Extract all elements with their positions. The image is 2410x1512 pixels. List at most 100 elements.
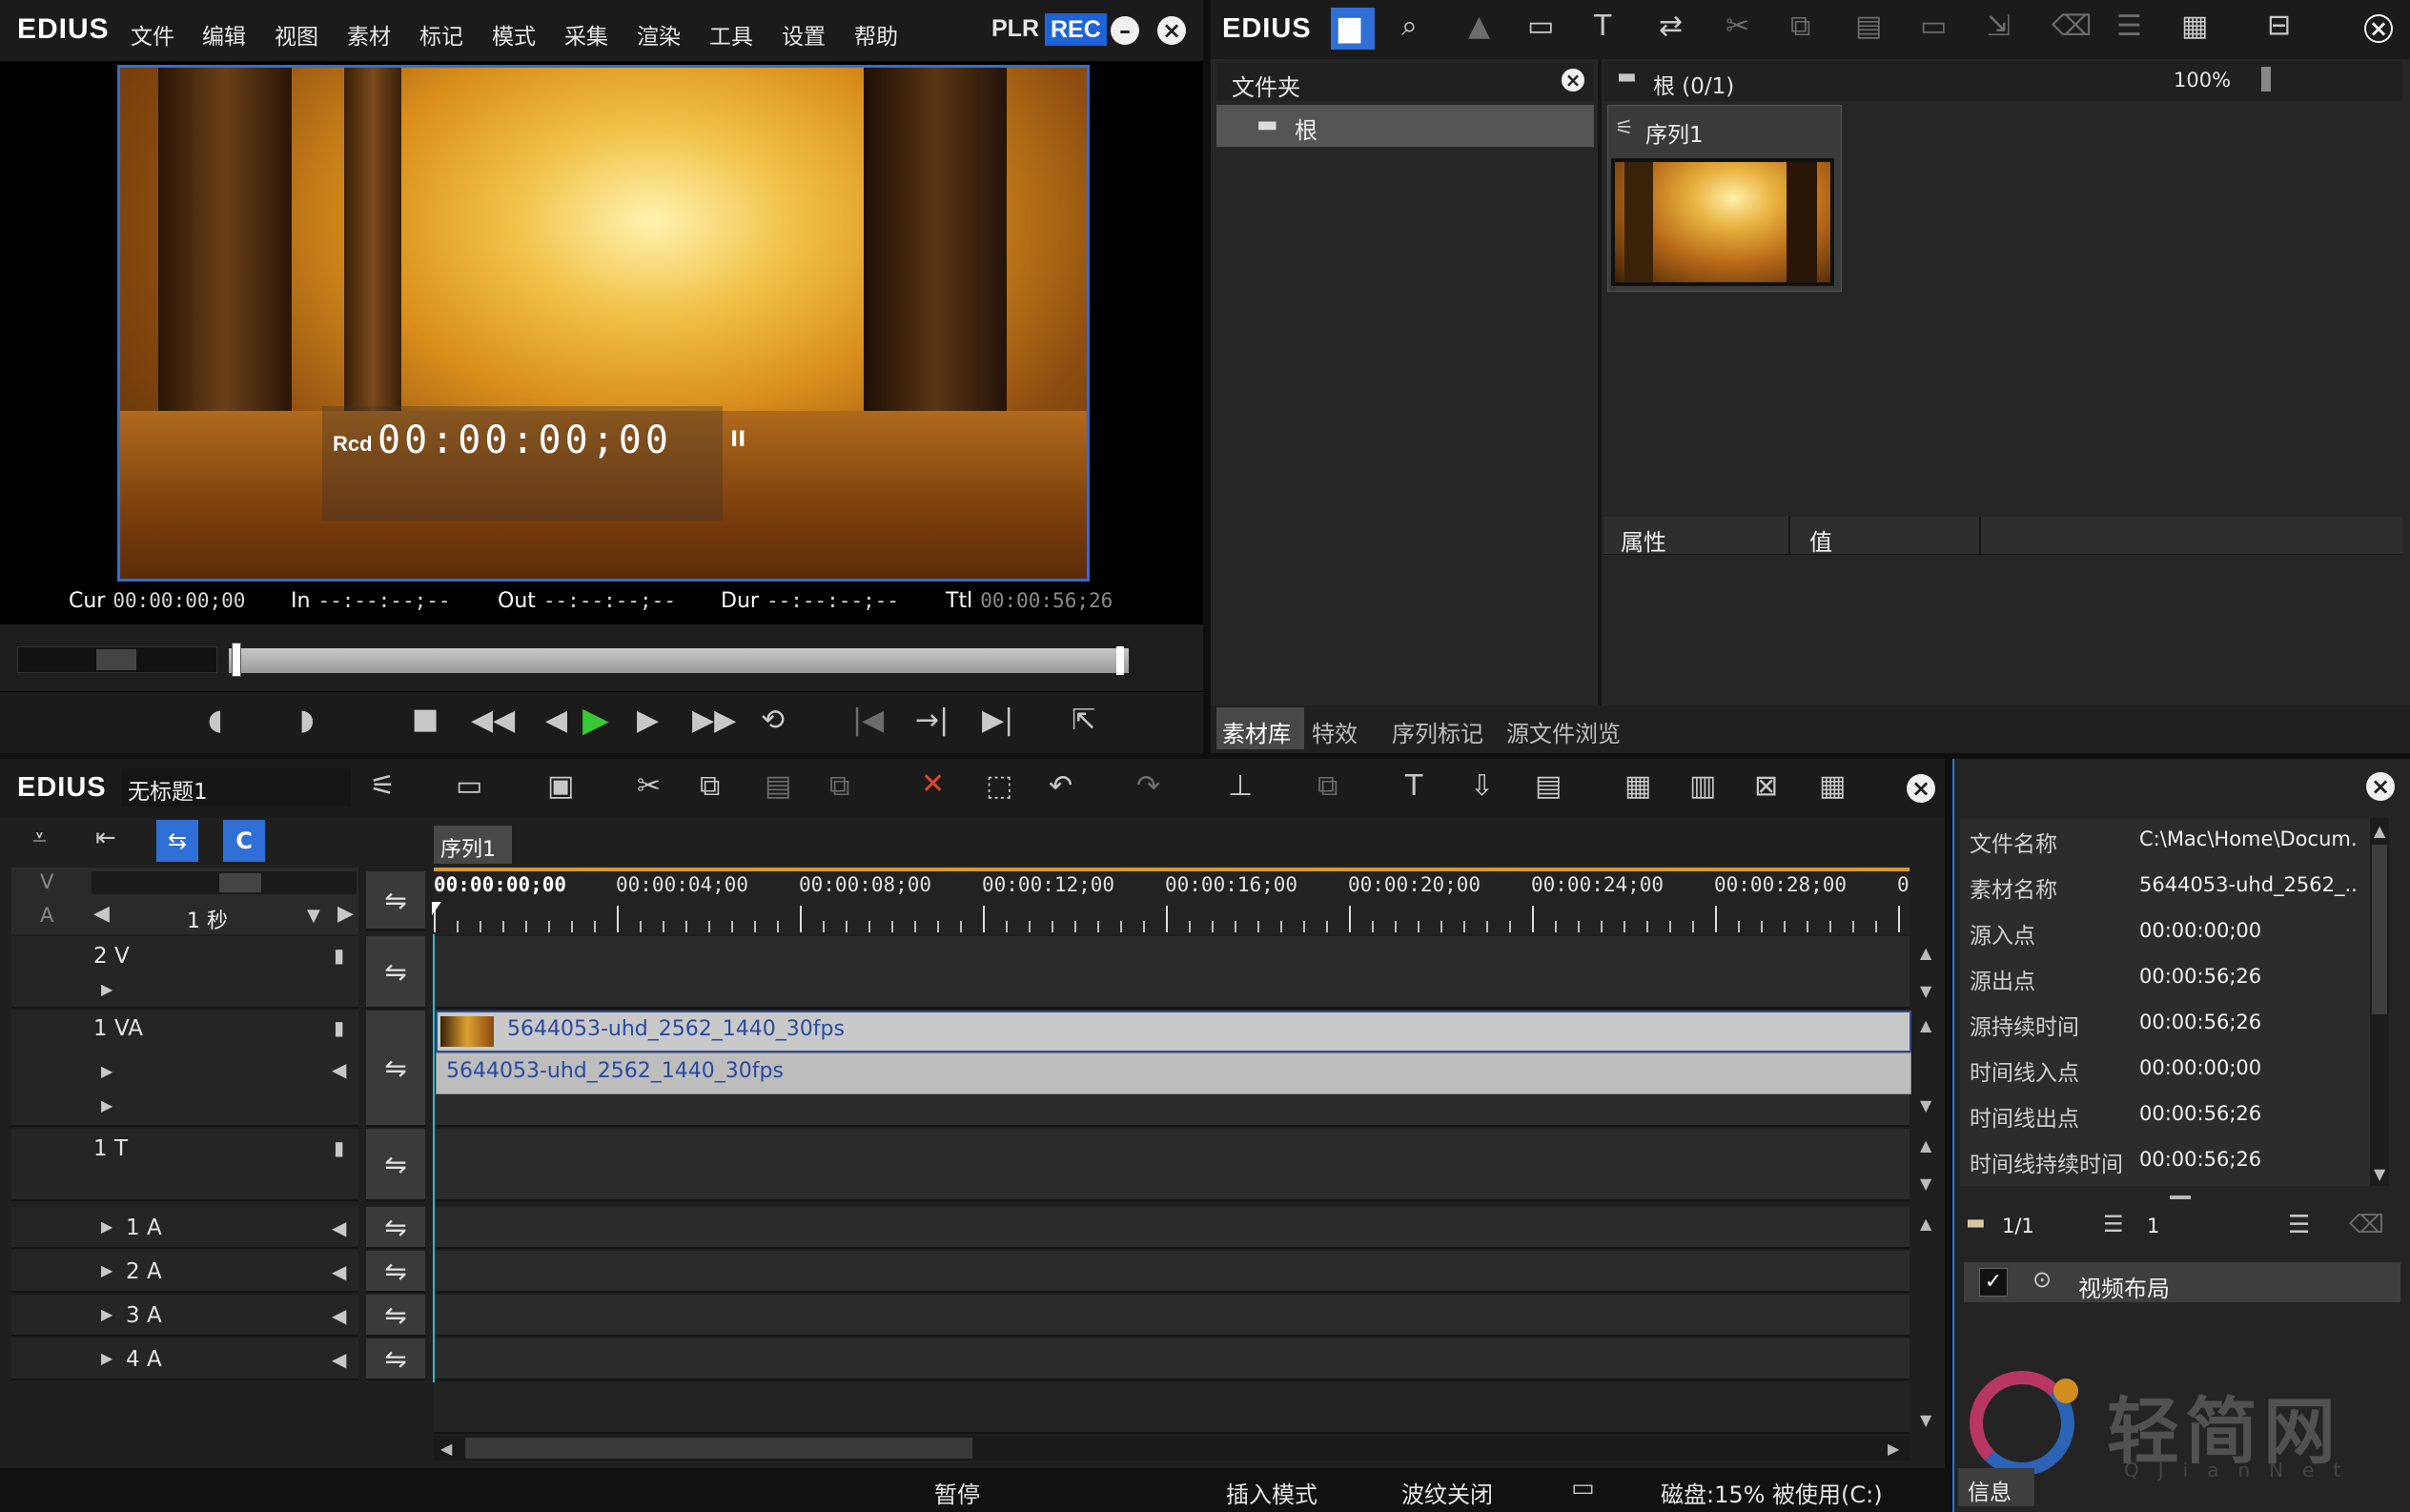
tab-sequence-markers[interactable]: 序列标记 — [1392, 715, 1483, 748]
track-lane-1t[interactable] — [434, 1129, 1910, 1201]
snap-button[interactable]: C — [223, 820, 265, 862]
scale-right-icon[interactable]: ▶ — [337, 904, 354, 925]
step-forward-icon[interactable]: ▶ — [637, 706, 659, 735]
paste-icon[interactable]: ▤ — [1855, 12, 1882, 41]
scroll-down-audio-icon[interactable]: ▼ — [1920, 1411, 1931, 1429]
timeline-copy-icon[interactable]: ⧉ — [700, 772, 720, 801]
open-project-icon[interactable]: ▭ — [456, 772, 482, 801]
list-view-icon[interactable]: ☰ — [2116, 12, 2142, 41]
h-scroll-thumb[interactable] — [465, 1438, 972, 1459]
folder-close-icon[interactable]: × — [1562, 69, 1584, 92]
timeline-paste-icon[interactable]: ▤ — [765, 772, 791, 801]
track-1va-audio-icon[interactable]: ◀ — [332, 1060, 346, 1079]
track-header-1t[interactable] — [11, 1129, 358, 1201]
delete-clip-icon[interactable]: ✕ — [921, 770, 945, 799]
search-icon[interactable]: ⌕ — [1401, 12, 1418, 41]
show-in-player-icon[interactable]: ▭ — [1920, 12, 1947, 41]
menu-edit[interactable]: 编辑 — [202, 18, 246, 51]
save-project-icon[interactable]: ▣ — [547, 772, 574, 801]
track-header-1a[interactable] — [11, 1207, 358, 1249]
link-mode-button[interactable]: ⇆ — [156, 820, 198, 862]
menu-clip[interactable]: 素材 — [347, 18, 391, 51]
open-folder-icon[interactable]: ▭ — [1527, 12, 1554, 41]
insert-to-timeline-icon[interactable]: →| — [915, 706, 949, 735]
track-2v-expand-icon[interactable]: ▶ — [101, 982, 112, 997]
track-header-2a[interactable] — [11, 1251, 358, 1293]
add-title-icon[interactable]: T — [1594, 12, 1611, 41]
redo-icon[interactable]: ↷ — [1136, 772, 1160, 801]
track-header-2v[interactable] — [11, 936, 358, 1009]
timeline-cursor-head[interactable] — [432, 902, 441, 915]
export-icon[interactable]: ⇱ — [1072, 706, 1095, 735]
scale-left-icon[interactable]: ◀ — [93, 904, 110, 925]
play-icon[interactable]: ▶ — [582, 704, 609, 738]
track-1va-expand-icon[interactable]: ▶ — [101, 1064, 112, 1079]
menu-marker[interactable]: 标记 — [419, 18, 463, 51]
title-icon[interactable]: T — [1405, 772, 1422, 801]
status-monitor-icon[interactable]: ▭ — [1571, 1476, 1595, 1501]
sequence-settings-icon[interactable]: ⚟ — [370, 772, 396, 801]
status-ripple[interactable]: 波纹关闭 — [1401, 1476, 1493, 1509]
render-icon[interactable]: ⇩ — [1470, 772, 1494, 801]
tab-source-browser[interactable]: 源文件浏览 — [1506, 715, 1621, 748]
info-scroll-down-icon[interactable]: ▼ — [2374, 1165, 2385, 1183]
safe-area-icon[interactable]: ▦ — [1624, 772, 1651, 801]
delete-icon[interactable]: ⌫ — [2052, 12, 2092, 41]
bin-close-icon[interactable]: × — [2364, 14, 2393, 43]
track-1a-expand-icon[interactable]: ▶ — [101, 1219, 112, 1235]
menu-help[interactable]: 帮助 — [854, 18, 898, 51]
set-out-icon[interactable]: ◗ — [299, 706, 315, 735]
up-folder-icon[interactable]: ▲ — [1468, 12, 1490, 41]
audio-mixer-icon[interactable]: ▥ — [1689, 772, 1716, 801]
track-1a-audio-icon[interactable]: ◀ — [332, 1218, 346, 1237]
zoom-slider-thumb[interactable] — [2261, 67, 2271, 92]
scroll-up-1va-icon[interactable]: ▲ — [1920, 1016, 1931, 1034]
track-lane-4a[interactable] — [434, 1338, 1910, 1380]
position-slider[interactable] — [229, 648, 1129, 673]
group-icon[interactable]: ⧉ — [1317, 772, 1338, 801]
fast-forward-icon[interactable]: ▶▶ — [692, 706, 736, 735]
menu-file[interactable]: 文件 — [131, 18, 174, 51]
toolbox-icon[interactable]: ⊟ — [2267, 11, 2291, 40]
scale-dropdown-icon[interactable]: ▼ — [307, 908, 320, 925]
info-scroll-thumb[interactable] — [2372, 845, 2387, 1014]
menu-settings[interactable]: 设置 — [782, 18, 826, 51]
info-splitter[interactable] — [2170, 1195, 2191, 1199]
info-close-icon[interactable]: × — [2366, 772, 2395, 801]
track-1va-patch[interactable]: ⇋ — [366, 1011, 425, 1127]
track-4a-audio-icon[interactable]: ◀ — [332, 1350, 346, 1369]
scroll-left-icon[interactable]: ◀ — [440, 1440, 452, 1458]
track-1va-video-icon[interactable]: ▮ — [334, 1018, 344, 1037]
track-2a-audio-icon[interactable]: ◀ — [332, 1262, 346, 1281]
overwrite-to-timeline-icon[interactable]: ▶| — [982, 706, 1013, 735]
scale-value[interactable]: 1 秒 — [187, 904, 228, 934]
track-lane-2v[interactable] — [434, 936, 1910, 1009]
status-mode[interactable]: 插入模式 — [1226, 1476, 1317, 1509]
timeline-close-icon[interactable]: × — [1907, 774, 1935, 803]
add-to-timeline-icon[interactable]: ⇲ — [1987, 12, 2011, 41]
layout-item-row[interactable] — [1964, 1262, 2400, 1302]
track-3a-expand-icon[interactable]: ▶ — [101, 1307, 112, 1322]
undo-icon[interactable]: ↶ — [1049, 772, 1072, 801]
track-3a-patch[interactable]: ⇋ — [366, 1295, 425, 1337]
shuttle-slider[interactable] — [17, 646, 217, 673]
stop-icon[interactable]: ■ — [412, 705, 439, 734]
prev-edit-icon[interactable]: |◀ — [852, 706, 884, 735]
track-tool-icon[interactable]: ⇤ — [95, 826, 116, 850]
scroll-up-1t-icon[interactable]: ▲ — [1920, 1136, 1931, 1154]
track-lane-1a[interactable] — [434, 1207, 1910, 1249]
track-1t-video-icon[interactable]: ▮ — [334, 1138, 344, 1157]
layout-icon[interactable]: ⊠ — [1754, 772, 1778, 801]
track-3a-audio-icon[interactable]: ◀ — [332, 1306, 346, 1325]
grid-view-icon[interactable]: ▦ — [2181, 12, 2208, 41]
va-sync-button[interactable]: ⇋ — [366, 871, 425, 930]
keyboard-icon[interactable]: ▦ — [1819, 772, 1846, 801]
scroll-down-1va-icon[interactable]: ▼ — [1920, 1096, 1931, 1114]
ripple-delete-icon[interactable]: ⬚ — [986, 772, 1012, 801]
track-lane-2a[interactable] — [434, 1251, 1910, 1293]
cut-icon[interactable]: ✂ — [1726, 12, 1749, 41]
sync-icon[interactable]: ⩡ — [32, 826, 47, 850]
layer-delete-icon[interactable]: ⌫ — [2349, 1213, 2384, 1237]
menu-tools[interactable]: 工具 — [709, 18, 753, 51]
paste-insert-icon[interactable]: ⧉ — [829, 772, 849, 801]
